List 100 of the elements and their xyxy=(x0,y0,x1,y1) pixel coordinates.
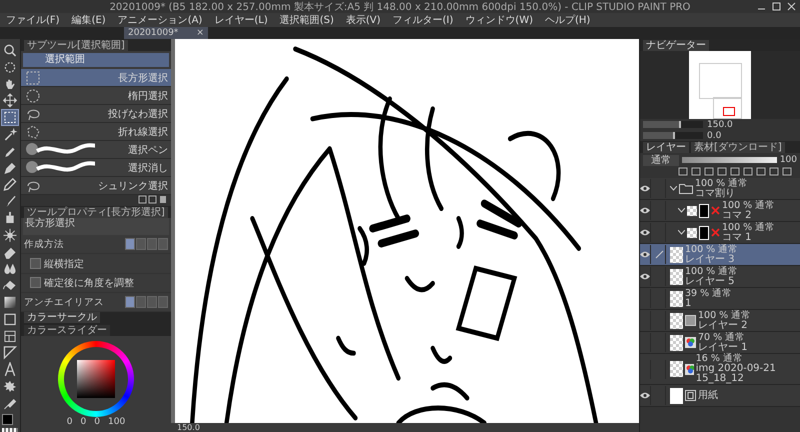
cross-icon xyxy=(711,228,720,237)
menu-item[interactable]: 編集(E) xyxy=(72,13,106,27)
wand-icon[interactable] xyxy=(2,126,18,142)
blend-mode-dropdown[interactable]: 通常 xyxy=(643,154,679,166)
eye-icon[interactable] xyxy=(640,245,651,264)
eye-icon[interactable] xyxy=(640,223,651,242)
subtool-actions-icon[interactable] xyxy=(138,195,168,204)
menu-item[interactable]: フィルター(I) xyxy=(392,13,454,27)
ruler-icon[interactable] xyxy=(2,345,18,360)
panel-tab[interactable]: レイヤー xyxy=(643,142,689,153)
caret-icon[interactable] xyxy=(670,186,677,191)
shape-icon[interactable] xyxy=(2,312,18,327)
subtool-item[interactable]: 楕円選択 xyxy=(21,87,171,105)
zoom-value: 150.0 xyxy=(707,120,733,130)
opacity-value: 100 xyxy=(780,155,797,165)
subtool-item[interactable]: 選択ペン xyxy=(21,141,171,159)
layer-row[interactable]: 100 % 通常 コマ割り xyxy=(640,178,800,200)
folder-icon xyxy=(679,183,693,194)
layer-name: レイヤー 3 xyxy=(685,254,736,264)
layer-row[interactable]: 100 % 通常 コマ 1 xyxy=(640,222,800,244)
eye-icon[interactable] xyxy=(640,179,651,198)
caret-icon[interactable] xyxy=(678,208,685,213)
tab-close-button[interactable]: × xyxy=(196,28,204,38)
caret-icon[interactable] xyxy=(678,230,685,235)
move-icon[interactable] xyxy=(2,93,18,108)
panel-tab[interactable]: ナビゲーター xyxy=(643,40,709,51)
subtool-item[interactable]: シュリンク選択 xyxy=(21,177,171,195)
panel-tab[interactable]: カラースライダー xyxy=(24,325,110,336)
layer-row[interactable]: 100 % 通常 レイヤー 5 xyxy=(640,266,800,288)
menu-item[interactable]: 表示(V) xyxy=(346,13,381,27)
text-icon[interactable] xyxy=(2,362,18,377)
pen-icon[interactable] xyxy=(2,160,18,176)
menu-item[interactable]: ファイル(F) xyxy=(6,13,60,27)
layer-blend-info: 100 % 通常 xyxy=(698,310,752,320)
color-value: 0 xyxy=(94,416,100,427)
panel-tab[interactable]: カラーサークル xyxy=(24,312,100,324)
layer-name: レイヤー 2 xyxy=(698,320,749,330)
maximize-icon[interactable] xyxy=(772,2,781,11)
gradient-icon[interactable] xyxy=(2,294,18,310)
layer-row[interactable]: 100 % 通常 レイヤー 3 xyxy=(640,244,800,266)
zoom-readout: 150.0 xyxy=(177,423,200,432)
window-title: 20201009* (B5 182.00 x 257.00mm 製本サイズ:A5 判 148.00 x 210.00mm 600dpi 150.0%) - CLIP STUDIO PAINT PRO xyxy=(110,0,690,14)
panel-tab[interactable]: 素材[ダウンロード] xyxy=(691,142,785,153)
menu-item[interactable]: ヘルプ(H) xyxy=(545,13,590,27)
opacity-slider[interactable] xyxy=(682,157,777,163)
layer-name: 用紙 xyxy=(698,390,718,400)
transparent-swatch[interactable] xyxy=(2,428,18,432)
subtool-item[interactable]: 長方形選択 xyxy=(21,69,171,87)
layer-thumbnail xyxy=(670,388,683,404)
cross-icon xyxy=(711,206,720,215)
sparkle-icon[interactable] xyxy=(2,228,18,243)
pen-icon[interactable] xyxy=(653,245,666,264)
brush-stroke-icon xyxy=(23,159,95,175)
select-icon[interactable] xyxy=(2,110,18,125)
layer-blend-info: 16 % 通常 xyxy=(696,354,743,364)
layer-thumbnail xyxy=(670,312,683,328)
image-layer-icon xyxy=(685,337,696,348)
color-value: 0 xyxy=(66,416,73,427)
layer-row[interactable]: 100 % 通常 コマ 2 xyxy=(640,200,800,222)
layer-name: img 2020-09-21 15_18_12 xyxy=(696,364,777,384)
layer-name: 1 xyxy=(685,298,692,308)
subtool-item[interactable]: 選択消し xyxy=(21,159,171,177)
close-icon[interactable] xyxy=(787,2,796,11)
layer-thumbnail xyxy=(670,290,683,306)
brush-stroke-icon xyxy=(23,141,95,157)
panel-tab[interactable]: ツールプロパティ[長方形選択] xyxy=(24,206,168,218)
option-button[interactable] xyxy=(125,296,135,308)
document-tab[interactable]: 20201009* × xyxy=(124,27,208,39)
panel-tab[interactable]: サブツール[選択範囲] xyxy=(24,40,128,51)
layer-name: コマ 2 xyxy=(722,210,753,220)
subtool-item[interactable]: 投げなわ選択 xyxy=(21,105,171,123)
layer-blend-info: 100 % 通常 xyxy=(685,244,738,254)
menu-item[interactable]: アニメーション(A) xyxy=(118,13,202,27)
pencil-icon[interactable] xyxy=(2,177,18,192)
menu-item[interactable]: ウィンドウ(W) xyxy=(465,13,533,27)
layer-thumbnail xyxy=(670,361,683,377)
bucket-icon[interactable] xyxy=(2,278,18,293)
dotted-circle-icon xyxy=(24,86,42,104)
frame-icon[interactable] xyxy=(2,328,18,344)
layer-row[interactable]: 用紙 xyxy=(640,385,800,407)
checkbox[interactable] xyxy=(30,277,41,288)
eye-icon[interactable] xyxy=(640,267,651,286)
checkbox[interactable] xyxy=(30,258,41,269)
layer-blend-info: 100 % 通常 xyxy=(722,200,776,210)
zoom-slider[interactable] xyxy=(643,121,703,128)
eye-icon[interactable] xyxy=(640,201,651,220)
subtool-item[interactable]: 折れ線選択 xyxy=(21,123,171,141)
layer-blend-info: 39 % 通常 xyxy=(685,288,732,298)
property-label: 作成方法 xyxy=(24,238,64,251)
property-label: アンチエイリアス xyxy=(24,296,104,309)
subtool-group-button[interactable]: 選択範囲 xyxy=(23,53,169,67)
layer-name: コマ 1 xyxy=(722,232,753,242)
menu-item[interactable]: 選択範囲(S) xyxy=(280,13,334,27)
search-icon[interactable] xyxy=(2,43,18,58)
color-value: 100 xyxy=(108,416,126,427)
menu-item[interactable]: レイヤー(L) xyxy=(214,13,268,27)
rotation-slider[interactable] xyxy=(643,132,703,139)
dotted-square-icon xyxy=(24,68,42,86)
eye-icon[interactable] xyxy=(640,386,651,405)
option-button[interactable] xyxy=(125,238,135,250)
